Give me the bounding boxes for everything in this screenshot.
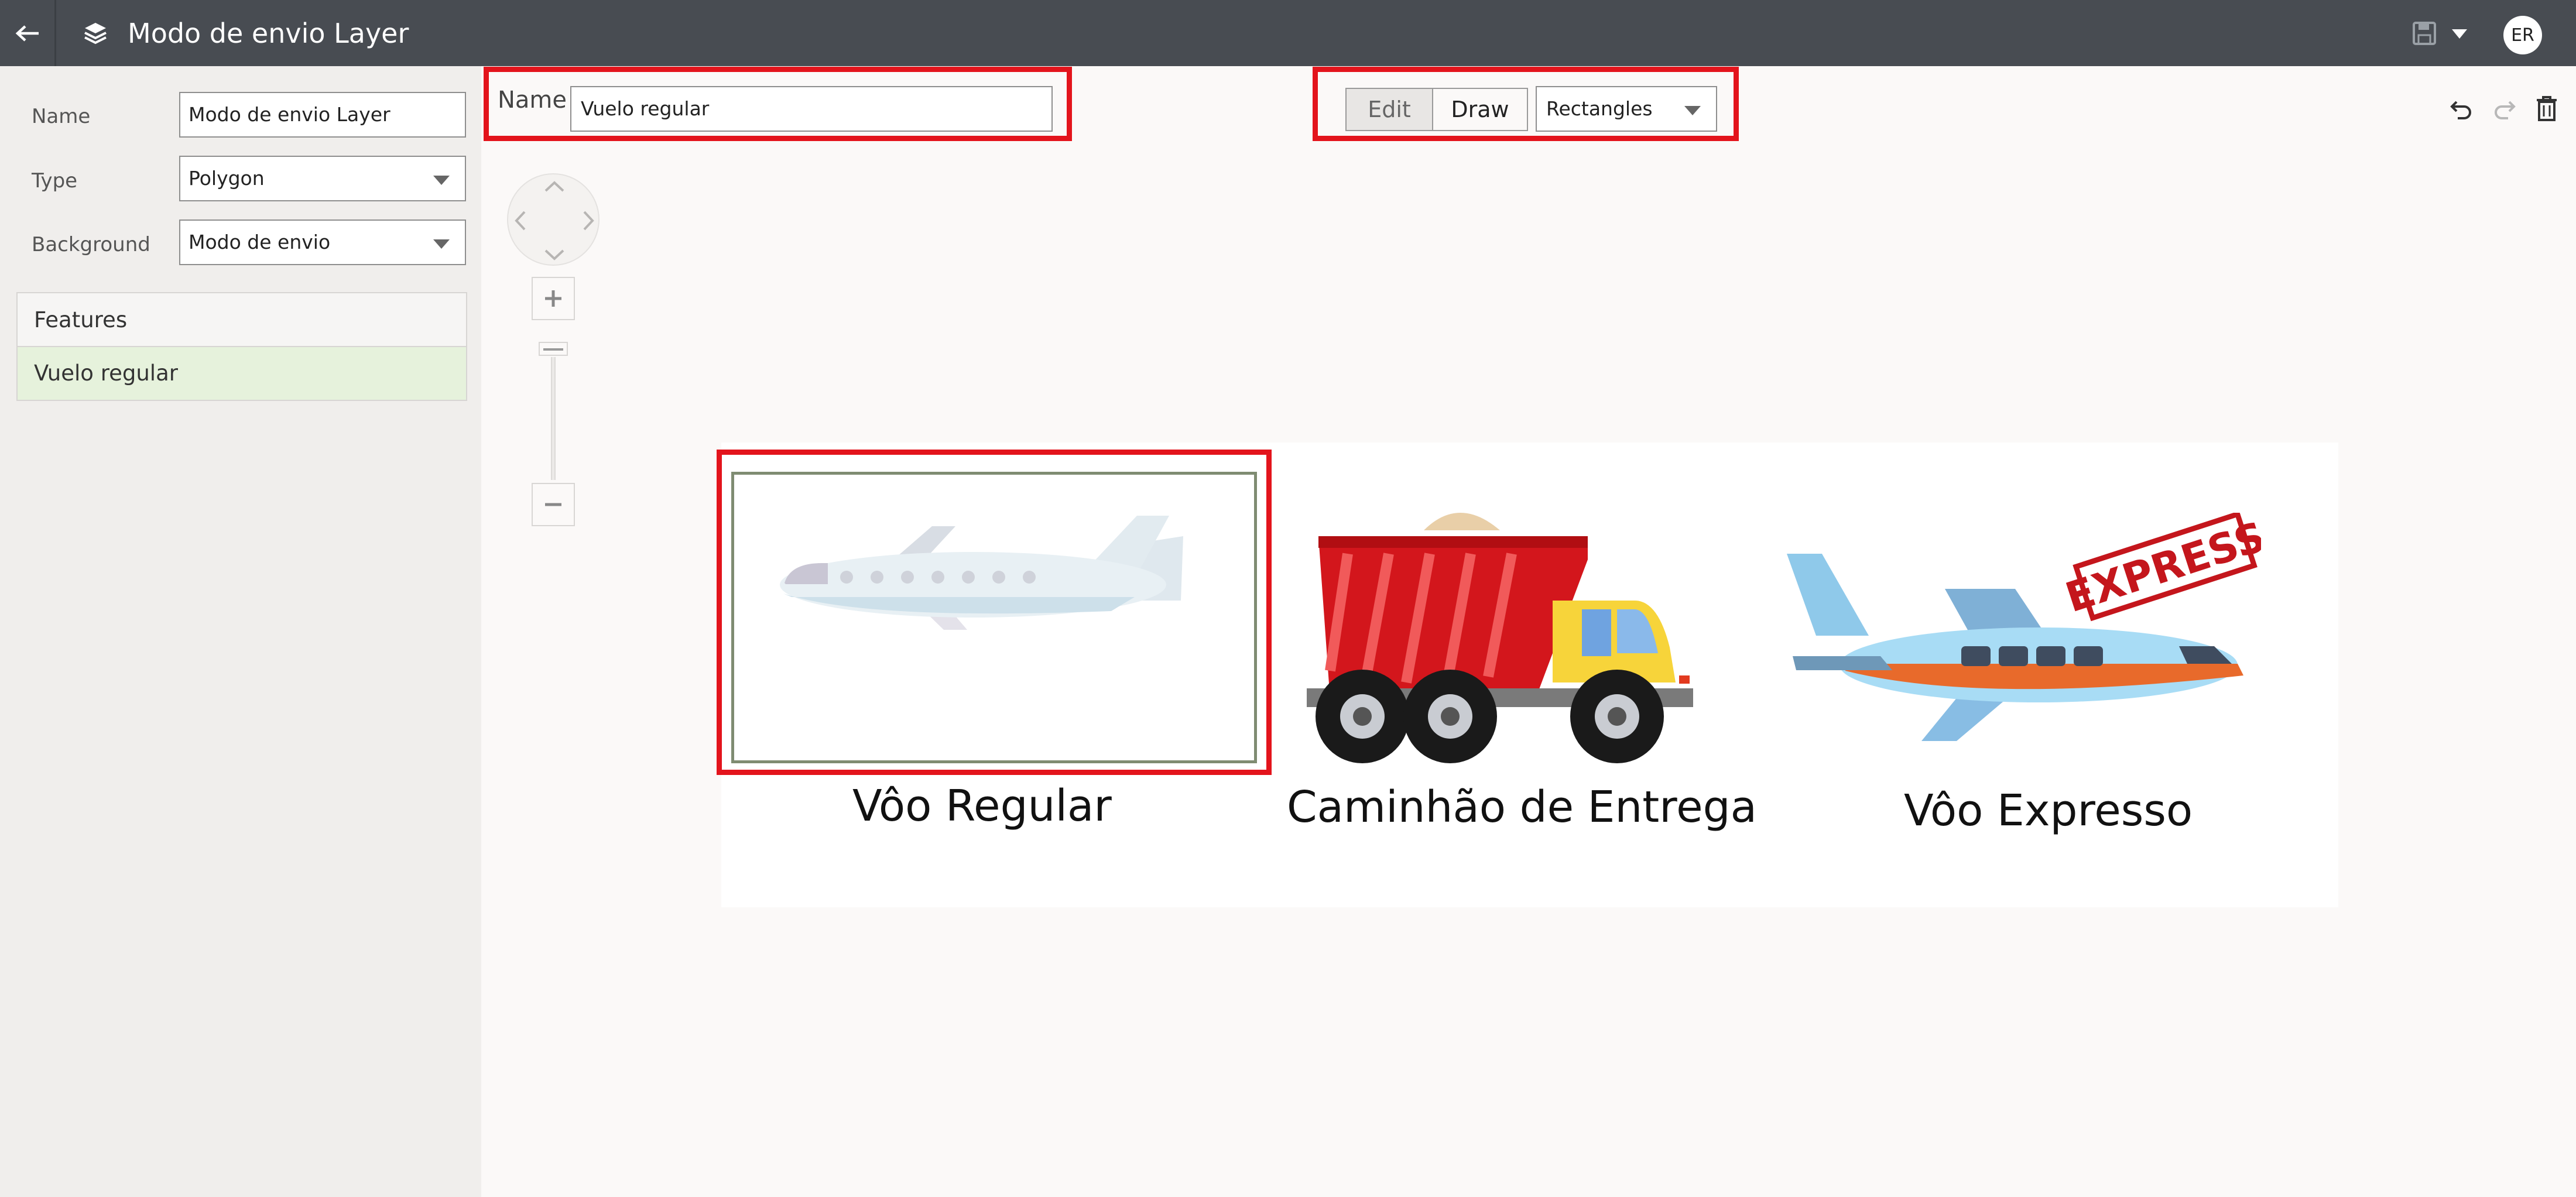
type-label: Type — [32, 169, 78, 193]
edit-button[interactable]: Edit — [1345, 88, 1433, 131]
layer-properties-panel: Name Modo de envio Layer Type Polygon Ba… — [0, 66, 481, 1197]
arrow-left-icon — [15, 25, 39, 42]
feature-name-label: Name — [498, 87, 567, 114]
caption-express-flight: Vôo Expresso — [1904, 786, 2193, 836]
feature-name-input[interactable]: Vuelo regular — [570, 86, 1053, 132]
pan-control[interactable] — [507, 173, 600, 266]
shape-select-value: Rectangles — [1546, 97, 1653, 120]
layers-icon — [82, 20, 109, 49]
type-select-value: Polygon — [189, 167, 265, 190]
chevron-down-icon — [433, 176, 450, 185]
redo-icon[interactable] — [2492, 97, 2516, 124]
feature-item-selected[interactable]: Vuelo regular — [18, 347, 466, 400]
caption-regular-flight: Vôo Regular — [852, 781, 1112, 831]
features-list: Features Vuelo regular — [16, 292, 467, 401]
app-header: Modo de envio Layer ER — [0, 0, 2576, 66]
layer-name-input[interactable]: Modo de envio Layer — [179, 92, 466, 138]
zoom-slider-handle[interactable] — [539, 342, 568, 356]
save-menu-chevron-down-icon[interactable] — [2451, 28, 2468, 42]
page-title: Modo de envio Layer — [128, 18, 409, 49]
shape-select[interactable]: Rectangles — [1536, 86, 1717, 132]
delete-icon[interactable] — [2535, 95, 2558, 124]
zoom-in-button[interactable] — [532, 277, 575, 320]
chevron-down-icon — [1684, 106, 1701, 115]
caption-delivery-truck: Caminhão de Entrega — [1287, 782, 1757, 832]
dump-truck-image — [1307, 513, 1693, 763]
background-image[interactable]: EXPRESS Vôo Regular Caminhão de Entrega … — [717, 443, 2338, 907]
undo-icon[interactable] — [2450, 97, 2474, 124]
plus-icon — [545, 290, 561, 307]
zoom-slider-track[interactable] — [551, 357, 556, 480]
minus-icon — [545, 503, 561, 506]
back-button[interactable] — [0, 0, 56, 66]
features-header: Features — [18, 293, 466, 347]
type-select[interactable]: Polygon — [179, 156, 466, 201]
user-avatar[interactable]: ER — [2503, 16, 2542, 54]
background-select[interactable]: Modo de envio — [179, 219, 466, 265]
express-stamp-text: EXPRESS — [2060, 513, 2261, 622]
express-airplane-image: EXPRESS — [1787, 513, 2261, 741]
zoom-out-button[interactable] — [532, 483, 575, 526]
feature-rectangle[interactable] — [731, 472, 1257, 763]
background-label: Background — [32, 233, 150, 256]
draw-button[interactable]: Draw — [1432, 88, 1528, 131]
chevron-down-icon — [433, 239, 450, 249]
background-select-value: Modo de envio — [189, 231, 331, 253]
name-label: Name — [32, 105, 91, 128]
save-icon[interactable] — [2412, 21, 2437, 48]
